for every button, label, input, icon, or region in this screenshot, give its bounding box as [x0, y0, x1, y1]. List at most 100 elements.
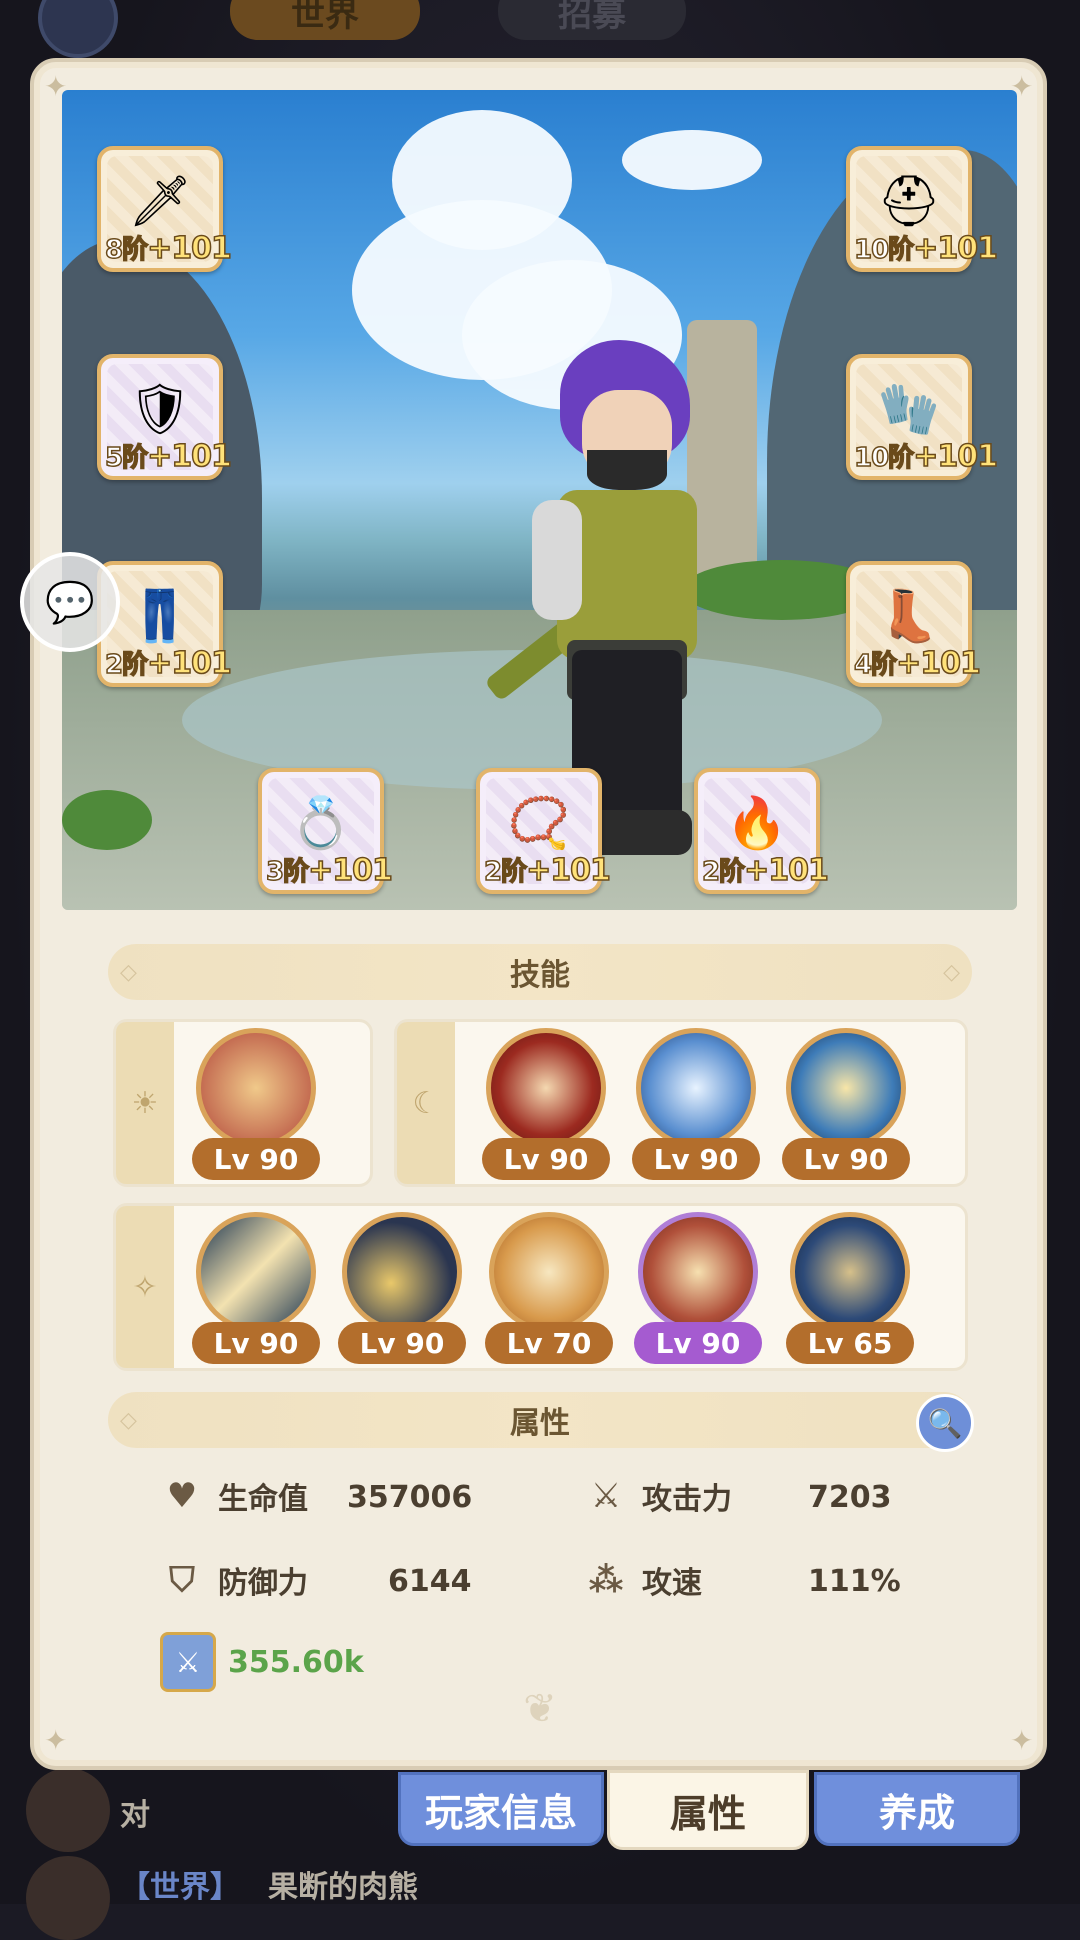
equip-tier-badge: 5阶+101 [104, 438, 232, 475]
attr-spd: ⁂ 攻速 [584, 1558, 702, 1602]
sword-icon: 🗡 [128, 171, 192, 230]
equip-slot-necklace[interactable]: 📿 2阶+101 [476, 768, 612, 894]
grass [62, 790, 152, 850]
attr-atk-value: 7203 [808, 1480, 892, 1515]
skill-slot[interactable]: Lv 90 [338, 1212, 466, 1364]
skill-level-badge: Lv 90 [192, 1138, 320, 1180]
flame-hero-skill-icon [786, 1028, 906, 1148]
equip-tier-badge: 3阶+101 [265, 852, 393, 889]
equip-tier-badge: 2阶+101 [483, 852, 611, 889]
skill-level-badge: Lv 90 [192, 1322, 320, 1364]
attr-hp-value: 357006 [347, 1480, 473, 1515]
attr-spd-label: 攻速 [642, 1566, 702, 1601]
equip-slot-armor[interactable]: 🛡 5阶+101 [97, 354, 233, 480]
skill-level-badge: Lv 90 [632, 1138, 760, 1180]
tab-player-info[interactable]: 玩家信息 [398, 1772, 604, 1846]
helmet-icon: ⛑ [877, 171, 941, 230]
attr-hp: ♥ 生命值 [160, 1474, 308, 1518]
skills-header: ◇ 技能 ◇ [108, 944, 972, 1000]
chat-sender-name: 果断的肉熊 [268, 1870, 418, 1905]
chat-bubble-icon: 💬 [45, 579, 95, 626]
necklace-icon: 📿 [507, 793, 571, 852]
combat-power-value: 355.60k [228, 1644, 364, 1680]
tab-recruit-label: 招募 [558, 0, 626, 35]
chat-channel: 【世界】 [120, 1870, 240, 1905]
skill-slot[interactable]: Lv 90 [634, 1212, 762, 1364]
skill-slot[interactable]: Lv 90 [482, 1028, 610, 1180]
chat-button[interactable]: 💬 [20, 552, 120, 652]
corner-ornament: ✦ [44, 1724, 68, 1757]
tab-world-label: 世界 [291, 0, 359, 35]
attribute-detail-button[interactable]: 🔍 [916, 1394, 974, 1452]
vortex-skill-icon [486, 1028, 606, 1148]
equip-slot-weapon[interactable]: 🗡 8阶+101 [97, 146, 233, 272]
cloud [622, 130, 762, 190]
cat-ornament: ❦ [523, 1686, 557, 1732]
attr-atk-label: 攻击力 [642, 1482, 732, 1517]
sparkle-icon: ✧ [116, 1206, 174, 1368]
armor-icon: 🛡 [128, 379, 192, 438]
attr-def-label: 防御力 [218, 1566, 308, 1601]
skill-level-badge: Lv 70 [485, 1322, 613, 1364]
whirl-strike-skill-icon [638, 1212, 758, 1332]
equip-tier-badge: 4阶+101 [853, 645, 981, 682]
heart-icon: ♥ [166, 1476, 198, 1516]
attributes-header: ◇ 属性 🔍 [108, 1392, 974, 1452]
skill-slot[interactable]: Lv 90 [632, 1028, 760, 1180]
equip-tier-badge: 2阶+101 [701, 852, 829, 889]
skill-level-badge: Lv 90 [338, 1322, 466, 1364]
tab-recruit[interactable]: 招募 [498, 0, 686, 40]
skill-level-badge: Lv 90 [634, 1322, 762, 1364]
tab-attributes-label: 属性 [669, 1791, 746, 1836]
equip-slot-helmet[interactable]: ⛑ 10阶+101 [846, 146, 999, 272]
skill-slot[interactable]: Lv 90 [192, 1212, 320, 1364]
equip-slot-charm[interactable]: 🔥 2阶+101 [694, 768, 830, 894]
attr-def-value: 6144 [388, 1564, 472, 1599]
gauntlet-icon: 🧤 [877, 379, 941, 438]
tab-cultivate[interactable]: 养成 [814, 1772, 1020, 1846]
character-beard [587, 450, 667, 490]
radiant-hero-skill-icon [636, 1028, 756, 1148]
boots-icon: 👢 [877, 586, 941, 645]
equip-slot-pants[interactable]: 👖 2阶+101 [97, 561, 233, 687]
attributes-header-label: 属性 [510, 1406, 570, 1441]
equip-slot-gloves[interactable]: 🧤 10阶+101 [846, 354, 999, 480]
shield-icon: ⛉ [169, 1560, 195, 1600]
tab-player-info-label: 玩家信息 [424, 1790, 577, 1835]
skill-slot[interactable]: Lv 90 [192, 1028, 320, 1180]
tab-attributes[interactable]: 属性 [607, 1770, 809, 1850]
skill-slot[interactable]: Lv 90 [782, 1028, 910, 1180]
pants-icon: 👖 [128, 586, 192, 645]
pendant-icon: 🔥 [725, 793, 789, 852]
tab-world[interactable]: 世界 [230, 0, 420, 40]
search-icon: 🔍 [927, 1406, 963, 1440]
character-arm [532, 500, 582, 620]
skill-level-badge: Lv 90 [782, 1138, 910, 1180]
attr-def: ⛉ 防御力 [160, 1558, 308, 1602]
attr-hp-label: 生命值 [218, 1482, 308, 1517]
combat-power: ⚔ 355.60k [160, 1632, 364, 1692]
equip-tier-badge: 2阶+101 [104, 645, 232, 682]
sun-icon: ☀ [116, 1022, 174, 1184]
skill-slot[interactable]: Lv 65 [786, 1212, 914, 1364]
crossed-swords-icon: ⚔ [590, 1476, 622, 1516]
equip-tier-badge: 8阶+101 [104, 230, 232, 267]
power-shield-icon: ⚔ [160, 1632, 216, 1692]
skill-level-badge: Lv 90 [482, 1138, 610, 1180]
speed-nodes-icon: ⁂ [588, 1560, 624, 1600]
chat-avatar[interactable] [26, 1856, 110, 1940]
star-burst-skill-icon [196, 1028, 316, 1148]
diamond-ornament: ◇ [943, 960, 960, 985]
skill-level-badge: Lv 65 [786, 1322, 914, 1364]
moon-icon: ☾ [397, 1022, 455, 1184]
crescent-skill-icon [342, 1212, 462, 1332]
blade-slash-skill-icon [196, 1212, 316, 1332]
chat-avatar[interactable] [26, 1768, 110, 1852]
attr-atk: ⚔ 攻击力 [584, 1474, 732, 1518]
equip-slot-boots[interactable]: 👢 4阶+101 [846, 561, 982, 687]
skill-slot[interactable]: Lv 70 [485, 1212, 613, 1364]
skills-header-label: 技能 [510, 958, 570, 993]
equip-slot-ring[interactable]: 💍 3阶+101 [258, 768, 394, 894]
attr-spd-value: 111% [808, 1564, 901, 1599]
hawk-eye-skill-icon [790, 1212, 910, 1332]
